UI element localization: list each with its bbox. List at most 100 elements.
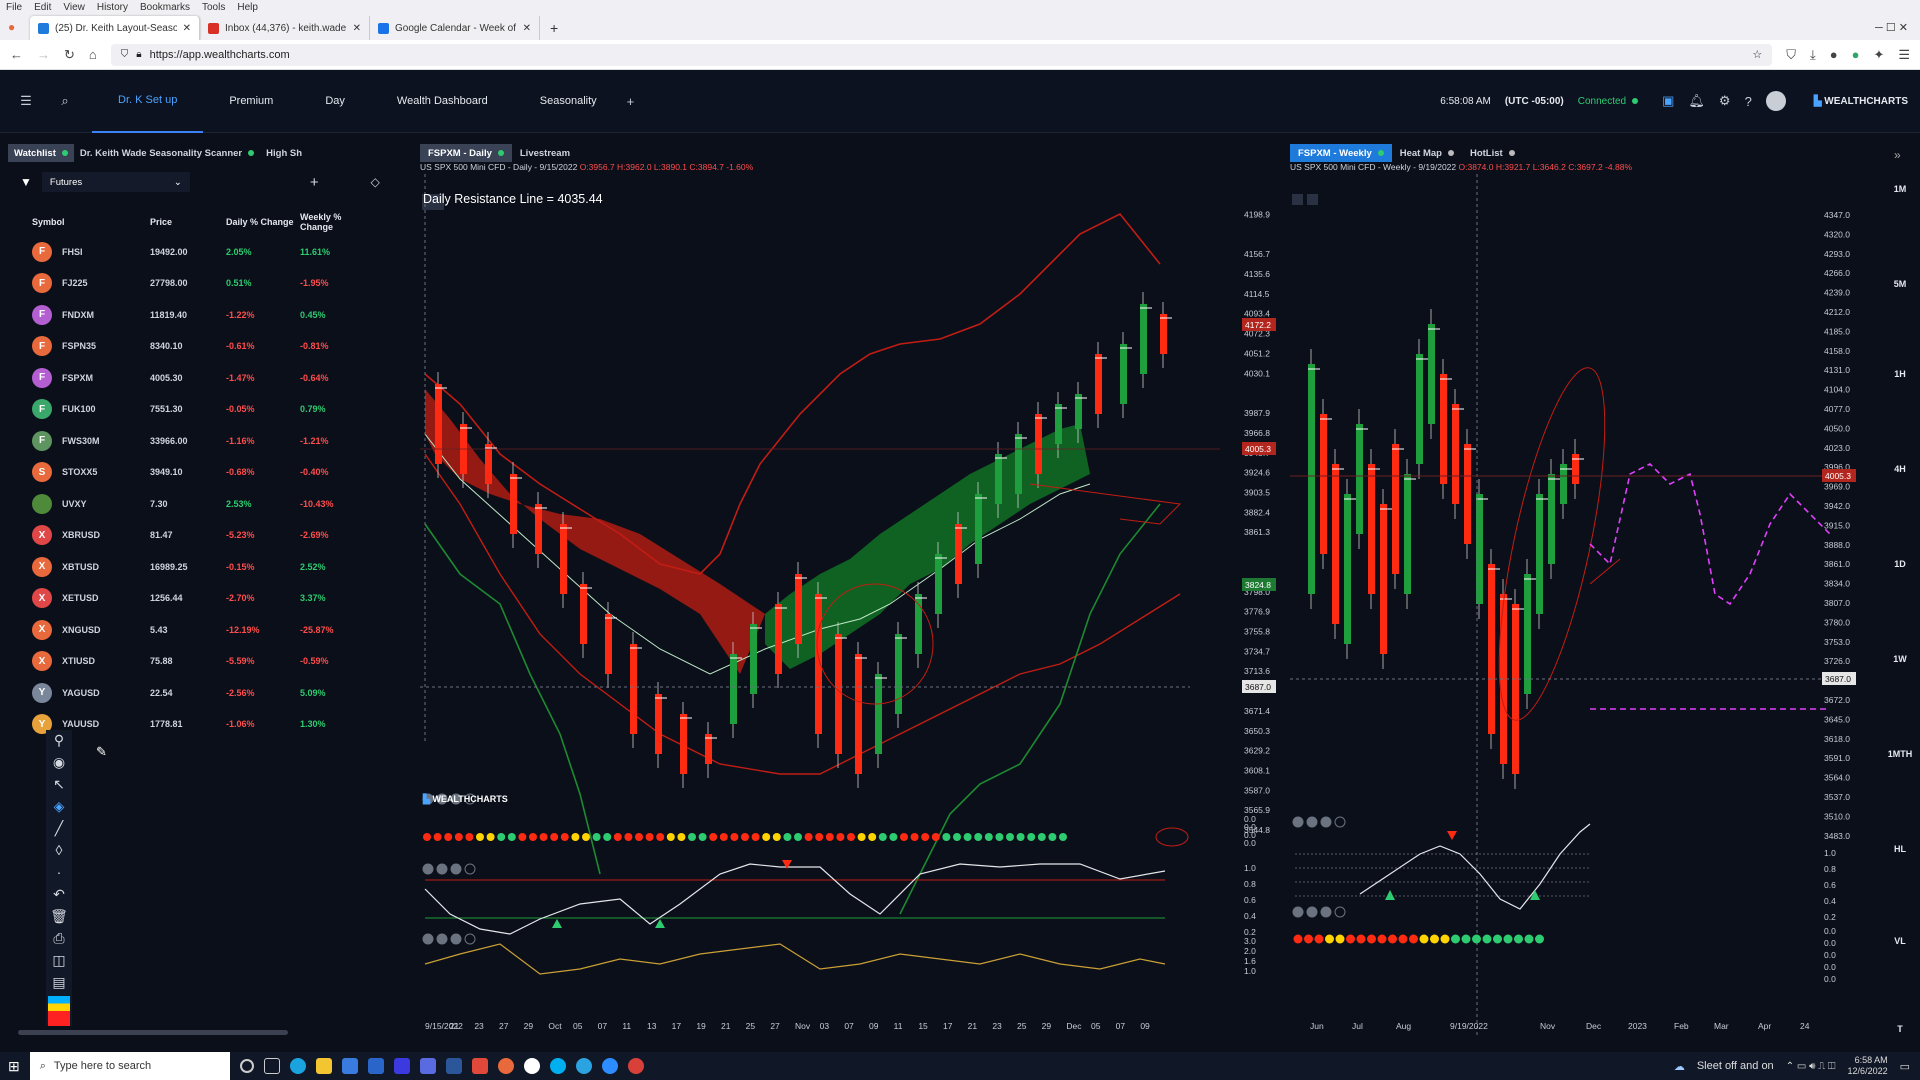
close-icon[interactable]: ✕	[353, 23, 361, 34]
taskbar-search[interactable]: ⌕ Type here to search	[29, 1052, 230, 1080]
timeframe-button[interactable]: T	[1880, 1024, 1920, 1034]
pocket-icon[interactable]: ⛉	[1786, 47, 1796, 63]
explorer-icon[interactable]	[315, 1058, 332, 1074]
ruler-icon[interactable]: ◊	[56, 842, 63, 859]
timeframe-button[interactable]: 1D	[1880, 559, 1920, 569]
table-row[interactable]: X XTIUSD 75.88 -5.59% -0.59%	[8, 646, 408, 678]
new-tab-button[interactable]: +	[540, 20, 558, 40]
table-row[interactable]: F FWS30M 33966.00 -1.16% -1.21%	[8, 425, 408, 457]
url-text[interactable]: https://app.wealthcharts.com	[150, 49, 290, 61]
timeframe-button[interactable]: 1MTH	[1880, 749, 1920, 759]
bell-icon[interactable]: 🔔︎	[1688, 93, 1705, 109]
category-select[interactable]: Futures ⌄	[41, 172, 190, 192]
extension-icon-2[interactable]: ●	[1852, 47, 1860, 62]
app-icon-1[interactable]	[393, 1058, 410, 1074]
browser-menu-icon[interactable]: ☰	[1898, 47, 1910, 63]
firefox-icon[interactable]: ●	[8, 20, 15, 34]
extension-icon-3[interactable]: ✦	[1873, 47, 1884, 63]
bookmark-star-icon[interactable]: ☆	[1752, 48, 1762, 61]
forward-icon[interactable]: →	[37, 47, 50, 62]
firefox-taskbar-icon[interactable]	[497, 1058, 514, 1074]
clipboard-icon[interactable]: ▤	[52, 974, 65, 991]
timeframe-button[interactable]: 1W	[1880, 654, 1920, 664]
chart-tab[interactable]: Livestream	[512, 144, 578, 162]
browser-tab[interactable]: Inbox (44,376) - keith.wade.db ✕	[200, 16, 370, 40]
collapse-icon[interactable]: »	[1894, 148, 1901, 162]
chart-tab[interactable]: HotList	[1462, 144, 1523, 162]
reload-icon[interactable]: ↻	[64, 47, 75, 63]
save-icon[interactable]: ▣	[1662, 93, 1674, 109]
timeframe-button[interactable]: 1M	[1880, 184, 1920, 194]
timeframe-button[interactable]: 4H	[1880, 464, 1920, 474]
avatar[interactable]	[1765, 91, 1786, 111]
skype-icon[interactable]	[549, 1058, 566, 1074]
table-row[interactable]: X XETUSD 1256.44 -2.70% 3.37%	[8, 583, 408, 615]
browser-tab[interactable]: Google Calendar - Week of Dec ✕	[370, 16, 540, 40]
help-icon[interactable]: ?	[1745, 94, 1752, 109]
windows-start-icon[interactable]: ⊞	[8, 1058, 20, 1075]
timeframe-button[interactable]: VL	[1880, 936, 1920, 946]
chart-tab[interactable]: FSPXM - Daily	[420, 144, 512, 162]
close-icon[interactable]: ✕	[183, 23, 191, 34]
menu-tools[interactable]: Tools	[202, 2, 225, 13]
taskbar-clock[interactable]: 6:58 AM 12/6/2022	[1848, 1055, 1888, 1077]
trash-icon[interactable]: 🗑︎	[50, 908, 68, 925]
table-row[interactable]: X XNGUSD 5.43 -12.19% -25.87%	[8, 614, 408, 646]
watchlist-tab[interactable]: Dr. Keith Wade Seasonality Scanner	[74, 144, 260, 162]
chart-tab[interactable]: FSPXM - Weekly	[1290, 144, 1392, 162]
daily-chart-canvas[interactable]: 4198.94156.74135.64114.54093.44072.34051…	[420, 174, 1280, 1036]
table-row[interactable]: X XBRUSD 81.47 -5.23% -2.69%	[8, 520, 408, 552]
weather-icon[interactable]: ☁	[1674, 1060, 1685, 1073]
app-icon-3[interactable]	[471, 1058, 488, 1074]
timeframe-button[interactable]: HL	[1880, 844, 1920, 854]
telegram-icon[interactable]	[575, 1058, 592, 1074]
timeframe-button[interactable]: 5M	[1880, 279, 1920, 289]
col-price[interactable]: Price	[150, 217, 226, 227]
layout-tab[interactable]: Seasonality	[514, 70, 623, 133]
layout-tab[interactable]: Wealth Dashboard	[371, 70, 514, 133]
eye-icon[interactable]: ◉	[53, 754, 65, 771]
chart-tab[interactable]: Heat Map	[1392, 144, 1462, 162]
table-row[interactable]: F FSPXM 4005.30 -1.47% -0.64%	[8, 362, 408, 394]
menu-edit[interactable]: Edit	[34, 2, 51, 13]
gear-icon[interactable]: ⚙	[1719, 93, 1731, 109]
zoom-icon[interactable]	[601, 1058, 618, 1074]
download-icon[interactable]: ⤓	[1810, 47, 1816, 63]
table-row[interactable]: X XBTUSD 16989.25 -0.15% 2.52%	[8, 551, 408, 583]
edge-icon[interactable]	[289, 1058, 306, 1074]
col-symbol[interactable]: Symbol	[32, 217, 150, 227]
cortana-icon[interactable]	[239, 1059, 254, 1073]
weekly-chart-canvas[interactable]: 4347.0 4320.0 4293.0 4266.0 4239.0 4212.0 4185…	[1290, 174, 1878, 1036]
table-row[interactable]: F FNDXM 11819.40 -1.22% 0.45%	[8, 299, 408, 331]
cursor-icon[interactable]: ↖	[53, 776, 65, 793]
window-controls[interactable]: ─ ☐ ✕	[1863, 21, 1920, 40]
store-icon[interactable]	[341, 1058, 358, 1074]
add-layout-button[interactable]: +	[627, 94, 635, 109]
browser-tab[interactable]: (25) Dr. Keith Layout-Seasonal ✕	[30, 16, 200, 40]
search-icon[interactable]: ⌕	[50, 93, 80, 109]
menu-bookmarks[interactable]: Bookmarks	[140, 2, 190, 13]
col-weekly-change[interactable]: Weekly % Change	[300, 212, 370, 232]
app-icon-5[interactable]	[627, 1058, 644, 1074]
dot-tool-icon[interactable]: ·	[57, 864, 62, 881]
filter-icon[interactable]: ▼	[20, 175, 32, 189]
word-icon[interactable]	[445, 1058, 462, 1074]
layout-tab[interactable]: Dr. K Set up	[92, 70, 204, 133]
task-view-icon[interactable]	[263, 1058, 280, 1074]
watchlist-tab[interactable]: Watchlist	[8, 144, 74, 162]
weather-notice[interactable]: Sleet off and on	[1697, 1060, 1774, 1072]
undo-icon[interactable]: ↶	[53, 886, 65, 903]
menu-history[interactable]: History	[97, 2, 128, 13]
menu-help[interactable]: Help	[237, 2, 258, 13]
app-icon-2[interactable]	[419, 1058, 436, 1074]
camera-icon[interactable]: ◫	[52, 952, 65, 969]
menu-view[interactable]: View	[63, 2, 85, 13]
home-icon[interactable]: ⌂	[89, 47, 97, 62]
add-symbol-icon[interactable]: +	[310, 174, 319, 191]
table-row[interactable]: S STOXX5 3949.10 -0.68% -0.40%	[8, 457, 408, 489]
table-row[interactable]: Y YAGUSD 22.54 -2.56% 5.09%	[8, 677, 408, 709]
table-row[interactable]: F FHSI 19492.00 2.05% 11.61%	[8, 236, 408, 268]
horizontal-scrollbar[interactable]	[18, 1030, 288, 1035]
table-row[interactable]: F FJ225 27798.00 0.51% -1.95%	[8, 268, 408, 300]
back-icon[interactable]: ←	[10, 47, 23, 62]
